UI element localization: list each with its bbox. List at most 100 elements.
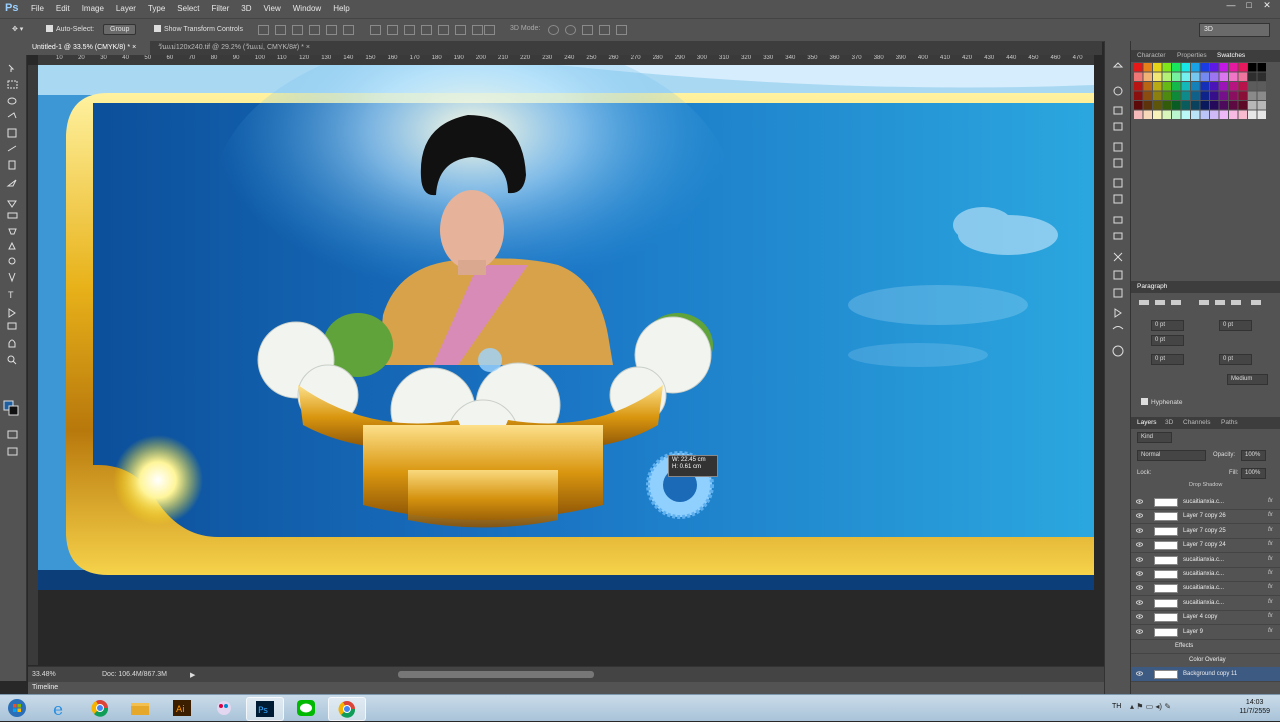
menu-select[interactable]: Select bbox=[177, 4, 199, 13]
menu-filter[interactable]: Filter bbox=[212, 4, 230, 13]
color-overlay-row[interactable]: Color Overlay bbox=[1131, 653, 1280, 668]
effects-row[interactable]: Effects bbox=[1131, 639, 1280, 654]
filter-kind-dropdown[interactable]: Kind bbox=[1137, 432, 1172, 443]
photoshop-taskbar-icon[interactable]: Ps bbox=[246, 697, 284, 721]
fill-field[interactable]: 100% bbox=[1241, 468, 1266, 479]
tab-close-icon[interactable]: × bbox=[306, 44, 310, 51]
tab-mother-day[interactable]: วันแม่120x240.tif @ 29.2% (วันแม่, CMYK/… bbox=[152, 41, 344, 55]
visibility-eye-icon[interactable] bbox=[1136, 599, 1143, 606]
timeline-bar[interactable]: Timeline bbox=[28, 682, 1104, 694]
menu-edit[interactable]: Edit bbox=[56, 4, 70, 13]
menu-3d[interactable]: 3D bbox=[241, 4, 251, 13]
language-indicator[interactable]: TH bbox=[1112, 703, 1121, 710]
internet-explorer-icon[interactable]: e bbox=[42, 697, 78, 720]
fx-icon[interactable]: fx bbox=[1268, 498, 1273, 504]
menu-view[interactable]: View bbox=[264, 4, 281, 13]
visibility-eye-icon[interactable] bbox=[1136, 628, 1143, 635]
menu-layer[interactable]: Layer bbox=[116, 4, 136, 13]
start-button[interactable] bbox=[2, 697, 32, 719]
tab-channels[interactable]: Channels bbox=[1183, 419, 1210, 426]
first-line-field[interactable]: 0 pt bbox=[1151, 335, 1184, 346]
layer-row-background-copy[interactable]: Background copy 11 bbox=[1131, 667, 1280, 682]
tab-swatches[interactable]: Swatches bbox=[1217, 52, 1245, 59]
file-explorer-icon[interactable] bbox=[122, 697, 158, 719]
align-icons[interactable] bbox=[258, 25, 360, 36]
fx-icon[interactable]: fx bbox=[1268, 556, 1273, 562]
tab-3d[interactable]: 3D bbox=[1165, 419, 1173, 426]
document-canvas[interactable]: W: 22.45 cm H: 0.61 cm bbox=[38, 65, 1094, 590]
align-buttons[interactable] bbox=[1139, 298, 1274, 310]
visibility-eye-icon[interactable] bbox=[1136, 556, 1143, 563]
visibility-eye-icon[interactable] bbox=[1136, 498, 1143, 505]
fx-icon[interactable]: fx bbox=[1268, 613, 1273, 619]
chrome-icon[interactable] bbox=[82, 697, 118, 719]
space-before-field[interactable]: 0 pt bbox=[1151, 354, 1184, 365]
space-after-field[interactable]: 0 pt bbox=[1219, 354, 1252, 365]
tab-paths[interactable]: Paths bbox=[1221, 419, 1238, 426]
distribute-icons[interactable] bbox=[370, 25, 489, 36]
layer-row[interactable]: sucaitianxia.c... fx bbox=[1131, 553, 1280, 568]
fx-icon[interactable]: fx bbox=[1268, 541, 1273, 547]
layer-row[interactable]: Layer 7 copy 25 fx bbox=[1131, 524, 1280, 539]
layer-row[interactable]: sucaitianxia.c... fx bbox=[1131, 495, 1280, 510]
auto-select-dropdown[interactable]: Group bbox=[103, 24, 137, 35]
panel-icons[interactable] bbox=[1105, 61, 1131, 441]
zoom-level[interactable]: 33.48% bbox=[32, 671, 56, 678]
layer-row[interactable]: Layer 4 copy fx bbox=[1131, 610, 1280, 626]
maximize-button[interactable]: □ bbox=[1242, 0, 1256, 12]
visibility-eye-icon[interactable] bbox=[1136, 584, 1143, 591]
indent-right-field[interactable]: 0 pt bbox=[1219, 320, 1252, 331]
3d-mode-icons[interactable] bbox=[548, 25, 633, 36]
menu-window[interactable]: Window bbox=[293, 4, 321, 13]
blend-mode-dropdown[interactable]: Normal bbox=[1137, 450, 1206, 461]
composer-dropdown[interactable]: Medium bbox=[1227, 374, 1268, 385]
status-menu-icon[interactable]: ▶ bbox=[190, 671, 195, 679]
fx-icon[interactable]: fx bbox=[1268, 570, 1273, 576]
clock[interactable]: 14:03 11/7/2559 bbox=[1239, 698, 1270, 716]
layer-row[interactable]: sucaitianxia.c... fx bbox=[1131, 581, 1280, 597]
layer-row[interactable]: sucaitianxia.c... fx bbox=[1131, 567, 1280, 582]
layer-row[interactable]: Layer 7 copy 26 fx bbox=[1131, 509, 1280, 525]
fx-icon[interactable]: fx bbox=[1268, 584, 1273, 590]
move-tool-icon[interactable]: ✥ ▾ bbox=[12, 25, 23, 33]
indent-left-field[interactable]: 0 pt bbox=[1151, 320, 1184, 331]
tab-paragraph[interactable]: Paragraph bbox=[1137, 283, 1167, 290]
chrome-window-icon[interactable] bbox=[328, 697, 366, 721]
visibility-eye-icon[interactable] bbox=[1136, 613, 1143, 620]
fx-icon[interactable]: fx bbox=[1268, 512, 1273, 518]
menu-image[interactable]: Image bbox=[82, 4, 104, 13]
close-button[interactable]: ✕ bbox=[1260, 0, 1274, 12]
visibility-eye-icon[interactable] bbox=[1136, 512, 1143, 519]
layer-row[interactable]: Layer 7 copy 24 fx bbox=[1131, 538, 1280, 554]
illustrator-icon[interactable]: Ai bbox=[164, 697, 200, 719]
layer-row[interactable]: sucaitianxia.c... fx bbox=[1131, 596, 1280, 611]
tab-layers[interactable]: Layers bbox=[1137, 419, 1157, 426]
tab-properties[interactable]: Properties bbox=[1177, 52, 1207, 59]
auto-select-checkbox[interactable]: Auto-Select: bbox=[46, 25, 94, 33]
fx-icon[interactable]: fx bbox=[1268, 599, 1273, 605]
tab-close-icon[interactable]: × bbox=[132, 44, 136, 51]
minimize-button[interactable]: — bbox=[1224, 0, 1238, 12]
horizontal-scrollbar[interactable] bbox=[398, 671, 594, 678]
paint-icon[interactable] bbox=[206, 697, 242, 719]
visibility-eye-icon[interactable] bbox=[1136, 570, 1143, 577]
hyphenate-checkbox[interactable]: Hyphenate bbox=[1141, 398, 1182, 406]
show-transform-checkbox[interactable]: Show Transform Controls bbox=[154, 25, 243, 33]
layer-row[interactable]: Layer 9 fx bbox=[1131, 625, 1280, 640]
opacity-field[interactable]: 100% bbox=[1241, 450, 1266, 461]
auto-align-icon[interactable] bbox=[484, 25, 501, 36]
visibility-eye-icon[interactable] bbox=[1136, 527, 1143, 534]
fx-icon[interactable]: fx bbox=[1268, 628, 1273, 634]
line-app-icon[interactable] bbox=[288, 697, 324, 719]
menu-file[interactable]: File bbox=[31, 4, 44, 13]
visibility-eye-icon[interactable] bbox=[1136, 541, 1143, 548]
fx-icon[interactable]: fx bbox=[1268, 527, 1273, 533]
workspace-dropdown[interactable]: 3D bbox=[1199, 23, 1270, 37]
menu-type[interactable]: Type bbox=[148, 4, 165, 13]
menu-help[interactable]: Help bbox=[333, 4, 349, 13]
tool-icons[interactable]: T bbox=[0, 61, 26, 461]
swatch-grid[interactable] bbox=[1134, 63, 1270, 129]
tab-untitled-1[interactable]: Untitled-1 @ 33.5% (CMYK/8) * × bbox=[26, 41, 150, 55]
tab-character[interactable]: Character bbox=[1137, 52, 1166, 59]
tray-icons[interactable]: ▴ ⚑ ▭ ◂) ✎ bbox=[1130, 702, 1171, 711]
